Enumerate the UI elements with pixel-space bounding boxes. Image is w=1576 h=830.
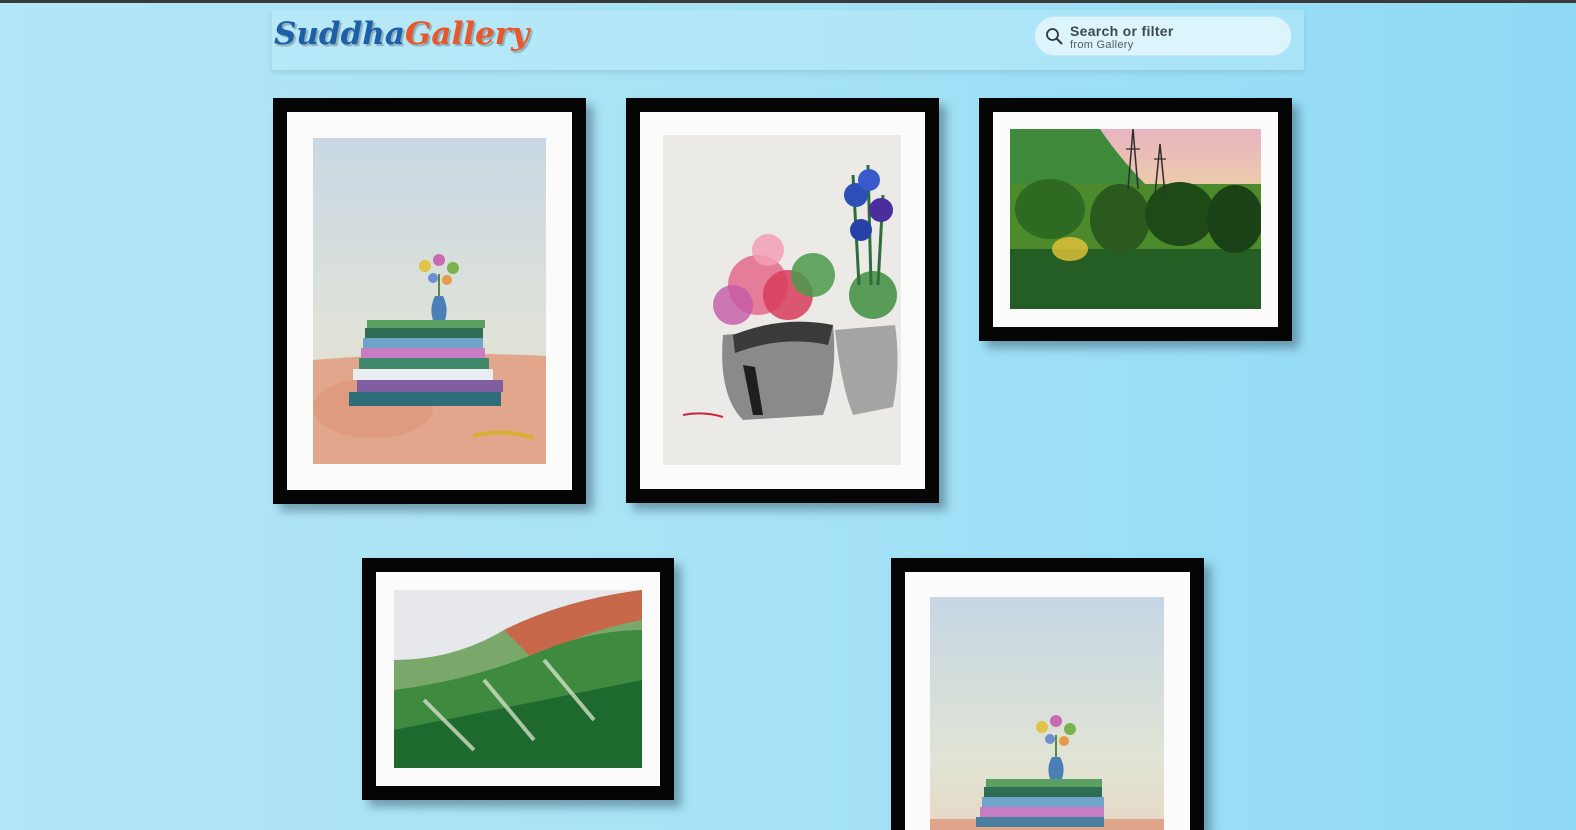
gallery-painting-1[interactable] — [273, 98, 586, 504]
gallery-painting-3[interactable] — [979, 98, 1292, 341]
site-logo[interactable]: Suddha Gallery — [274, 16, 529, 60]
logo-text-suddha: Suddha — [274, 16, 405, 52]
search-box[interactable]: Search or filter from Gallery — [1034, 16, 1292, 56]
gallery-painting-4[interactable] — [362, 558, 674, 800]
search-placeholder-title: Search or filter — [1070, 23, 1174, 39]
search-icon[interactable] — [1045, 27, 1063, 45]
painting-image-flower-pots — [663, 135, 901, 465]
painting-image-green-hills — [394, 590, 642, 768]
logo-text-gallery: Gallery — [404, 16, 530, 52]
search-placeholder-subtitle: from Gallery — [1070, 39, 1134, 51]
gallery-painting-2[interactable] — [626, 98, 939, 503]
painting-image-books — [930, 597, 1164, 830]
painting-image-forest-towers — [1010, 129, 1261, 309]
site-header: Suddha Gallery Search or filter from Gall… — [272, 10, 1304, 70]
gallery-painting-5[interactable] — [891, 558, 1204, 830]
top-border-line — [0, 0, 1576, 3]
painting-image-books — [313, 138, 546, 464]
